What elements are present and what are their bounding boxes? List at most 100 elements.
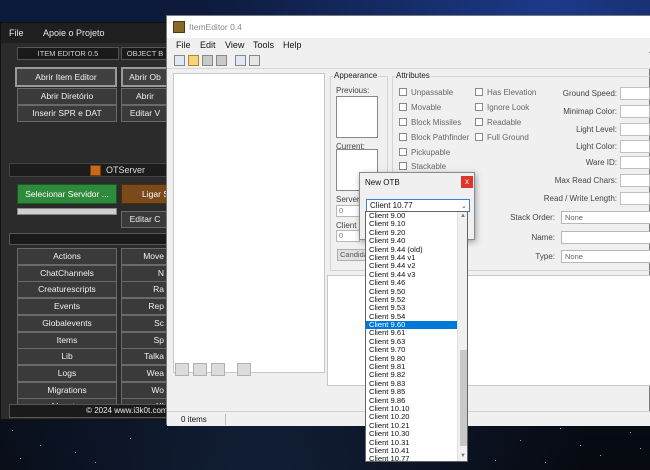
light-color-input[interactable]	[620, 140, 650, 153]
ware-id-input[interactable]	[620, 156, 650, 169]
new-file-icon[interactable]	[174, 55, 185, 66]
has-elevation-checkbox[interactable]: Has Elevation	[475, 88, 536, 97]
data-button[interactable]: ChatChannels	[17, 264, 117, 282]
data-button[interactable]: Ra	[121, 281, 169, 299]
block-pathfinder-checkbox[interactable]: Block Pathfinder	[399, 133, 469, 142]
client-version-option[interactable]: Client 9.61	[366, 329, 457, 337]
client-version-option[interactable]: Client 9.60	[366, 321, 457, 330]
object-open-button[interactable]: Abrir	[121, 88, 169, 105]
server-path-field[interactable]	[17, 208, 117, 215]
object-edit-button[interactable]: Editar V	[121, 105, 169, 122]
data-button[interactable]: Wea	[121, 364, 169, 382]
compare-icon[interactable]	[235, 55, 246, 66]
client-version-option[interactable]: Client 9.80	[366, 355, 457, 363]
unpassable-checkbox[interactable]: Unpassable	[399, 88, 453, 97]
item-list-panel[interactable]	[173, 73, 325, 373]
client-version-option[interactable]: Client 9.54	[366, 313, 457, 321]
name-input[interactable]	[561, 231, 650, 244]
movable-checkbox[interactable]: Movable	[399, 103, 441, 112]
scroll-down-icon[interactable]: ▼	[460, 453, 466, 459]
menu-tools[interactable]: Tools	[253, 40, 274, 50]
data-button[interactable]: Talka	[121, 348, 169, 366]
client-version-option[interactable]: Client 9.86	[366, 397, 457, 405]
save-as-icon[interactable]	[216, 55, 227, 66]
data-button[interactable]: Move	[121, 248, 169, 265]
client-version-option[interactable]: Client 9.82	[366, 371, 457, 379]
scroll-up-icon[interactable]: ▲	[460, 213, 466, 219]
menu-view[interactable]: View	[225, 40, 244, 50]
dropdown-scrollbar[interactable]: ▲ ▼	[457, 212, 467, 461]
client-version-option[interactable]: Client 10.30	[366, 430, 457, 438]
menu-file[interactable]: File	[176, 40, 191, 50]
menu-apoie-projeto[interactable]: Apoie o Projeto	[43, 28, 105, 38]
client-version-option[interactable]: Client 9.40	[366, 237, 457, 245]
block-missiles-checkbox[interactable]: Block Missiles	[399, 118, 461, 127]
stack-order-select[interactable]: None	[561, 211, 650, 224]
data-button[interactable]: Logs	[17, 364, 117, 382]
client-version-option[interactable]: Client 9.20	[366, 229, 457, 237]
client-version-option[interactable]: Client 9.46	[366, 279, 457, 287]
type-select[interactable]: None	[561, 250, 650, 263]
client-version-option[interactable]: Client 10.41	[366, 447, 457, 455]
client-version-option[interactable]: Client 9.83	[366, 380, 457, 388]
find-icon[interactable]	[237, 363, 251, 376]
data-button[interactable]: Actions	[17, 248, 117, 265]
data-button[interactable]: Creaturescripts	[17, 281, 117, 299]
server-id-input[interactable]: 0	[336, 205, 360, 217]
open-item-editor-button[interactable]: Abrir Item Editor	[15, 67, 117, 87]
stackable-checkbox[interactable]: Stackable	[399, 162, 446, 171]
client-version-option[interactable]: Client 10.20	[366, 413, 457, 421]
client-version-option[interactable]: Client 9.53	[366, 304, 457, 312]
scroll-thumb[interactable]	[460, 350, 467, 446]
data-button[interactable]: Rep	[121, 298, 169, 316]
client-version-option[interactable]: Client 10.10	[366, 405, 457, 413]
client-version-option[interactable]: Client 9.10	[366, 220, 457, 228]
data-button[interactable]: Globalevents	[17, 314, 117, 332]
full-ground-checkbox[interactable]: Full Ground	[475, 133, 529, 142]
data-button[interactable]: Sc	[121, 314, 169, 332]
client-version-option[interactable]: Client 9.00	[366, 212, 457, 220]
client-version-option[interactable]: Client 9.44 v2	[366, 262, 457, 270]
pickupable-checkbox[interactable]: Pickupable	[399, 148, 450, 157]
client-version-option[interactable]: Client 9.85	[366, 388, 457, 396]
client-version-option[interactable]: Client 9.44 (old)	[366, 246, 457, 254]
client-version-option[interactable]: Client 9.50	[366, 288, 457, 296]
item-editor-titlebar[interactable]: ItemEditor 0.4	[167, 16, 650, 38]
data-button[interactable]: Wo	[121, 381, 169, 399]
client-version-option[interactable]: Client 9.52	[366, 296, 457, 304]
menu-edit[interactable]: Edit	[200, 40, 216, 50]
data-button[interactable]: N	[121, 264, 169, 282]
ground-speed-input[interactable]	[620, 87, 650, 100]
client-version-option[interactable]: Client 10.77	[366, 455, 457, 461]
menu-file[interactable]: File	[9, 28, 24, 38]
read-write-length-input[interactable]	[620, 192, 650, 205]
edit-config-button[interactable]: Editar C	[121, 211, 169, 228]
close-icon[interactable]: x	[461, 176, 473, 188]
open-folder-icon[interactable]	[188, 55, 199, 66]
open-object-builder-button[interactable]: Abrir Ob	[121, 67, 169, 87]
add-item-icon[interactable]	[175, 363, 189, 376]
client-version-option[interactable]: Client 9.70	[366, 346, 457, 354]
open-directory-button[interactable]: Abrir Diretório	[17, 88, 117, 105]
readable-checkbox[interactable]: Readable	[475, 118, 521, 127]
reload-item-icon[interactable]	[211, 363, 225, 376]
menu-help[interactable]: Help	[283, 40, 302, 50]
minimap-color-input[interactable]	[620, 105, 650, 118]
client-version-dropdown[interactable]: Client 9.00 Client 9.10 Client 9.20 Client …	[365, 211, 468, 462]
duplicate-item-icon[interactable]	[193, 363, 207, 376]
client-version-option[interactable]: Client 10.31	[366, 439, 457, 447]
find-item-icon[interactable]	[249, 55, 260, 66]
data-button[interactable]: Lib	[17, 348, 117, 366]
data-button[interactable]: Migrations	[17, 381, 117, 399]
data-button[interactable]: Events	[17, 298, 117, 316]
insert-spr-dat-button[interactable]: Inserir SPR e DAT	[17, 105, 117, 122]
client-version-option[interactable]: Client 9.44 v3	[366, 271, 457, 279]
save-icon[interactable]	[202, 55, 213, 66]
start-server-button[interactable]: Ligar S	[121, 184, 169, 204]
client-version-option[interactable]: Client 9.63	[366, 338, 457, 346]
data-button[interactable]: Items	[17, 331, 117, 349]
max-read-chars-input[interactable]	[620, 174, 650, 187]
client-id-input[interactable]: 0	[336, 230, 360, 242]
client-version-option[interactable]: Client 10.21	[366, 422, 457, 430]
client-version-option[interactable]: Client 9.81	[366, 363, 457, 371]
